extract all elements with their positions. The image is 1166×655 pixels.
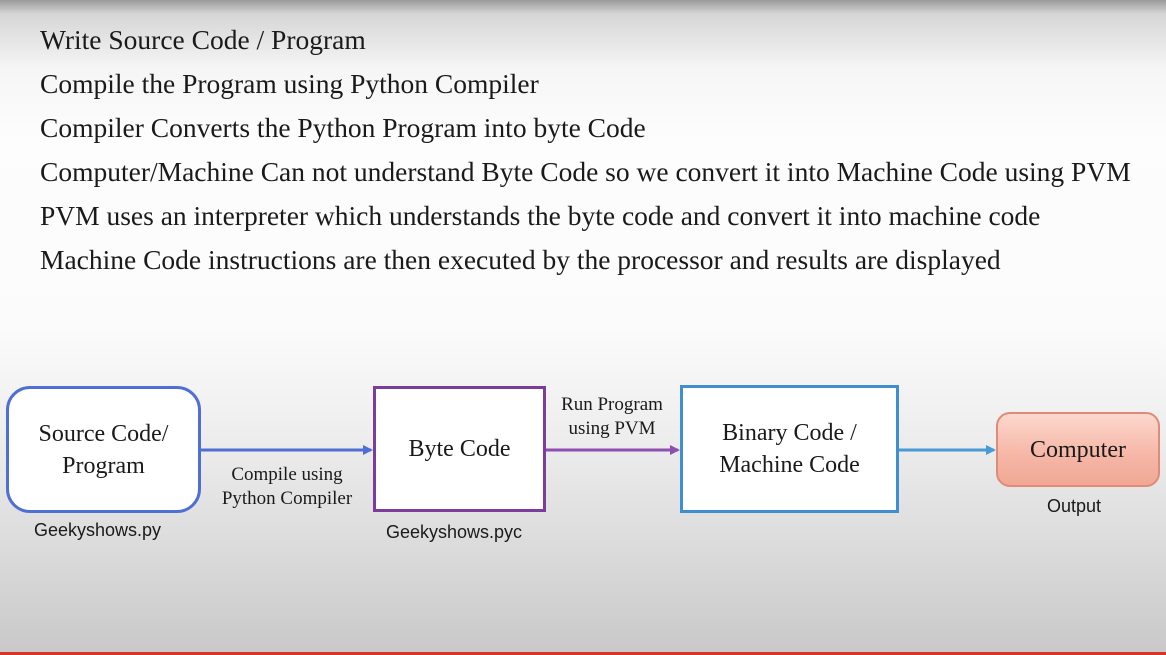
byte-code-box: Byte Code [373,386,546,512]
flow-arrows [201,445,996,455]
computer-label: Computer [1030,436,1126,463]
source-code-line2: Program [62,452,145,479]
binary-code-line1: Binary Code / [722,420,857,446]
run-label-line1: Run Program [561,394,663,415]
source-code-box: Source Code/ Program [6,386,201,513]
source-file-label: Geekyshows.py [34,520,162,540]
run-label-line2: using PVM [568,418,656,439]
byte-file-label: Geekyshows.pyc [386,522,523,542]
compile-label-line1: Compile using [231,464,343,485]
binary-code-box: Binary Code / Machine Code [680,385,899,513]
binary-code-line2: Machine Code [719,452,860,478]
source-code-line1: Source Code/ [38,420,169,447]
output-label: Output [1047,496,1102,516]
run-arrow-label: Run Program using PVM [548,393,676,441]
computer-box: Computer [996,412,1160,487]
byte-code-label: Byte Code [408,436,511,462]
compile-label-line2: Python Compiler [221,488,353,509]
compile-arrow-label: Compile using Python Compiler [212,463,362,511]
